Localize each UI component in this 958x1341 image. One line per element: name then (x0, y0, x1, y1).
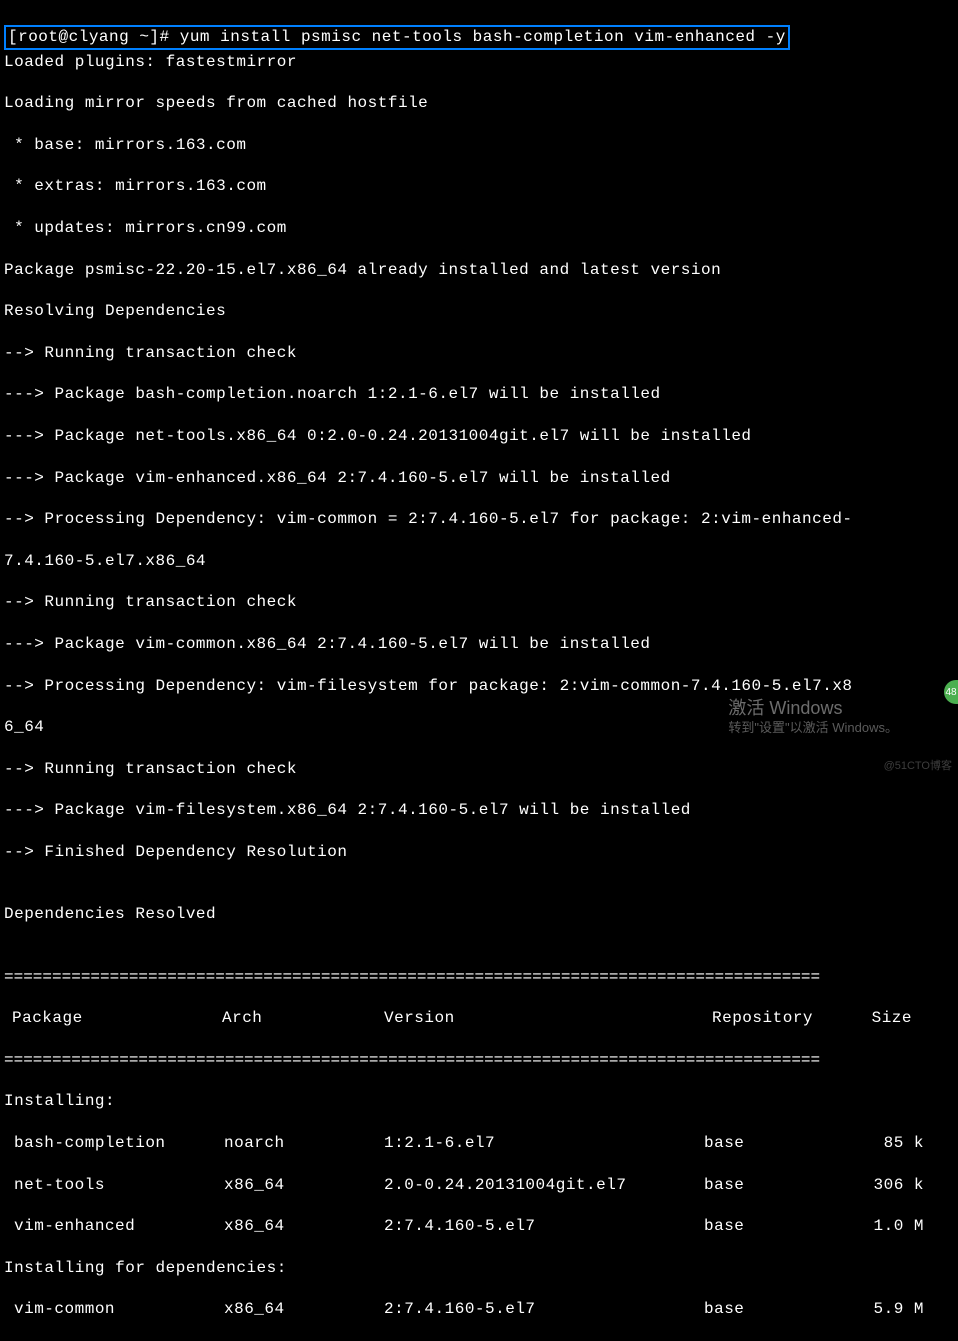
table-divider-top: ========================================… (4, 967, 954, 988)
cell-package: vim-enhanced (4, 1216, 224, 1237)
cell-arch: x86_64 (224, 1299, 384, 1320)
output-line: --> Running transaction check (4, 343, 954, 364)
cell-repo: base (704, 1175, 844, 1196)
output-line: Package psmisc-22.20-15.el7.x86_64 alrea… (4, 260, 954, 281)
terminal-output[interactable]: [root@clyang ~]# yum install psmisc net-… (4, 4, 954, 1341)
cell-repo: base (704, 1133, 844, 1154)
cell-repo: base (704, 1216, 844, 1237)
cell-arch: x86_64 (224, 1175, 384, 1196)
output-line: --> Processing Dependency: vim-common = … (4, 509, 954, 530)
cell-package: vim-common (4, 1299, 224, 1320)
cell-arch: noarch (224, 1133, 384, 1154)
cell-size: 85 k (844, 1133, 924, 1154)
output-line: 7.4.160-5.el7.x86_64 (4, 551, 954, 572)
header-size: Size (842, 1008, 912, 1029)
cell-size: 5.9 M (844, 1299, 924, 1320)
output-line: ---> Package bash-completion.noarch 1:2.… (4, 384, 954, 405)
output-line: Dependencies Resolved (4, 904, 954, 925)
output-line: --> Running transaction check (4, 592, 954, 613)
header-arch: Arch (222, 1008, 384, 1029)
table-header-row: Package Arch Version Repository Size (4, 1008, 954, 1029)
output-line: ---> Package vim-enhanced.x86_64 2:7.4.1… (4, 468, 954, 489)
output-line: ---> Package vim-common.x86_64 2:7.4.160… (4, 634, 954, 655)
cell-version: 1:2.1-6.el7 (384, 1133, 704, 1154)
cell-repo: base (704, 1299, 844, 1320)
table-row: net-tools x86_64 2.0-0.24.20131004git.el… (4, 1175, 954, 1196)
output-line: * updates: mirrors.cn99.com (4, 218, 954, 239)
output-line: Loaded plugins: fastestmirror (4, 52, 954, 73)
header-repository: Repository (712, 1008, 842, 1029)
table-divider-mid: ========================================… (4, 1050, 954, 1071)
table-row: bash-completion noarch 1:2.1-6.el7 base … (4, 1133, 954, 1154)
cell-version: 2:7.4.160-5.el7 (384, 1216, 704, 1237)
output-line: Resolving Dependencies (4, 301, 954, 322)
header-version: Version (384, 1008, 712, 1029)
output-line: * base: mirrors.163.com (4, 135, 954, 156)
table-row: vim-common x86_64 2:7.4.160-5.el7 base 5… (4, 1299, 954, 1320)
cell-package: bash-completion (4, 1133, 224, 1154)
output-line: --> Processing Dependency: vim-filesyste… (4, 676, 954, 697)
output-line: 6_64 (4, 717, 954, 738)
cell-arch: x86_64 (224, 1216, 384, 1237)
cell-version: 2.0-0.24.20131004git.el7 (384, 1175, 704, 1196)
command-text: yum install psmisc net-tools bash-comple… (170, 28, 786, 46)
table-row: vim-enhanced x86_64 2:7.4.160-5.el7 base… (4, 1216, 954, 1237)
output-line: --> Finished Dependency Resolution (4, 842, 954, 863)
cell-size: 306 k (844, 1175, 924, 1196)
header-package: Package (4, 1008, 222, 1029)
command-prompt-box: [root@clyang ~]# yum install psmisc net-… (4, 25, 790, 50)
output-line: Loading mirror speeds from cached hostfi… (4, 93, 954, 114)
output-line: * extras: mirrors.163.com (4, 176, 954, 197)
output-line: ---> Package net-tools.x86_64 0:2.0-0.24… (4, 426, 954, 447)
cell-version: 2:7.4.160-5.el7 (384, 1299, 704, 1320)
installing-deps-label: Installing for dependencies: (4, 1258, 954, 1279)
cell-size: 1.0 M (844, 1216, 924, 1237)
installing-label: Installing: (4, 1091, 954, 1112)
cell-package: net-tools (4, 1175, 224, 1196)
output-line: --> Running transaction check (4, 759, 954, 780)
prompt-user-host: [root@clyang ~]# (8, 28, 170, 46)
corner-attribution: @51CTO博客 (884, 759, 952, 773)
output-line: ---> Package vim-filesystem.x86_64 2:7.4… (4, 800, 954, 821)
